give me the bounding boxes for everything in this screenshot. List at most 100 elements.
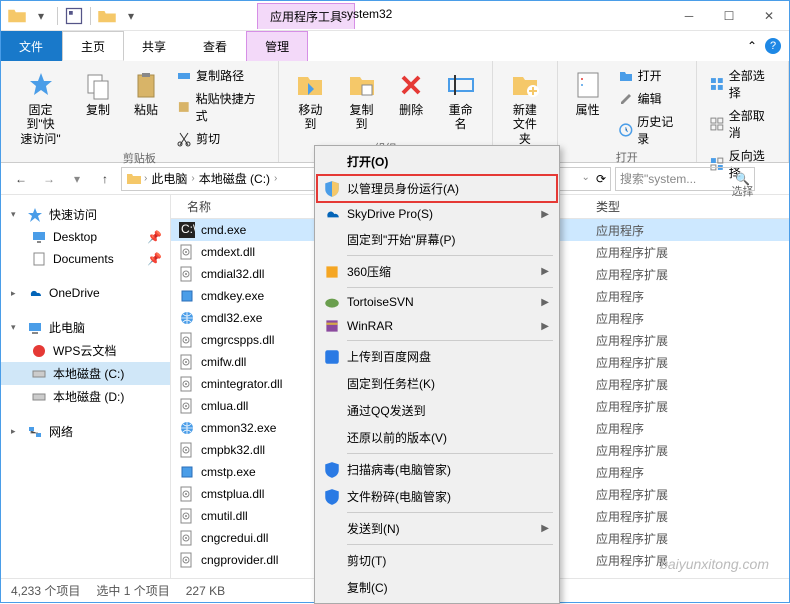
tab-view[interactable]: 查看 bbox=[185, 31, 246, 61]
tab-share[interactable]: 共享 bbox=[124, 31, 185, 61]
refresh-icon[interactable]: ⟳ bbox=[596, 172, 606, 186]
file-icon bbox=[179, 530, 195, 546]
file-type: 应用程序 bbox=[596, 464, 716, 481]
up-button[interactable]: ↑ bbox=[93, 167, 117, 191]
new-folder-icon[interactable] bbox=[97, 6, 117, 26]
tab-home[interactable]: 主页 bbox=[62, 31, 124, 61]
edit-button[interactable]: 编辑 bbox=[614, 88, 688, 109]
menu-skydrive[interactable]: SkyDrive Pro(S)▶ bbox=[317, 202, 557, 226]
pin-quick-access-button[interactable]: 固定到"快 速访问" bbox=[9, 65, 72, 150]
paste-button[interactable]: 粘贴 bbox=[124, 65, 168, 150]
breadcrumb-dropdown[interactable]: ⌄ bbox=[582, 172, 590, 186]
select-all-button[interactable]: 全部选择 bbox=[705, 65, 780, 103]
menu-pin-taskbar[interactable]: 固定到任务栏(K) bbox=[317, 370, 557, 397]
search-input[interactable]: 搜索"system... 🔍 bbox=[615, 167, 755, 191]
move-to-button[interactable]: 移动到 bbox=[287, 65, 334, 136]
menu-copy[interactable]: 复制(C) bbox=[317, 574, 557, 601]
qat-dropdown-icon[interactable]: ▾ bbox=[121, 6, 141, 26]
nav-network[interactable]: ▸网络 bbox=[1, 420, 170, 443]
menu-shred-file[interactable]: 文件粉碎(电脑管家) bbox=[317, 483, 557, 510]
nav-onedrive[interactable]: ▸OneDrive bbox=[1, 282, 170, 304]
file-name: cmd.exe bbox=[201, 223, 246, 237]
winrar-icon bbox=[323, 317, 341, 335]
select-none-button[interactable]: 全部取消 bbox=[705, 105, 780, 143]
menu-open[interactable]: 打开(O) bbox=[317, 148, 557, 175]
tortoise-icon bbox=[323, 293, 341, 311]
file-type: 应用程序 bbox=[596, 420, 716, 437]
selected-size: 227 KB bbox=[186, 584, 225, 598]
file-type: 应用程序扩展 bbox=[596, 552, 716, 569]
file-icon bbox=[179, 398, 195, 414]
nav-drive-c[interactable]: 本地磁盘 (C:) bbox=[1, 362, 170, 385]
file-icon: C:\ bbox=[179, 222, 195, 238]
file-name: cmstplua.dll bbox=[201, 487, 264, 501]
menu-360zip[interactable]: 360压缩▶ bbox=[317, 258, 557, 285]
menu-pin-start[interactable]: 固定到"开始"屏幕(P) bbox=[317, 226, 557, 253]
new-folder-button[interactable]: 新建 文件夹 bbox=[501, 65, 548, 150]
submenu-arrow-icon: ▶ bbox=[541, 209, 549, 220]
open-button[interactable]: 打开 bbox=[614, 65, 688, 86]
file-name: cmintegrator.dll bbox=[201, 377, 282, 391]
file-type: 应用程序扩展 bbox=[596, 354, 716, 371]
file-name: cmutil.dll bbox=[201, 509, 248, 523]
properties-button[interactable]: 属性 bbox=[566, 65, 610, 149]
copy-path-button[interactable]: 复制路径 bbox=[172, 65, 270, 86]
menu-send-to[interactable]: 发送到(N)▶ bbox=[317, 515, 557, 542]
file-icon bbox=[179, 288, 195, 304]
nav-quick-access[interactable]: ▾快速访问 bbox=[1, 203, 170, 226]
folder-icon bbox=[7, 6, 27, 26]
cut-button[interactable]: 剪切 bbox=[172, 128, 270, 149]
nav-drive-d[interactable]: 本地磁盘 (D:) bbox=[1, 385, 170, 408]
copy-button[interactable]: 复制 bbox=[76, 65, 120, 150]
file-icon bbox=[179, 376, 195, 392]
breadcrumb-item[interactable]: 本地磁盘 (C:) bbox=[197, 170, 272, 187]
file-type: 应用程序扩展 bbox=[596, 244, 716, 261]
menu-cut[interactable]: 剪切(T) bbox=[317, 547, 557, 574]
navigation-pane: ▾快速访问 Desktop📌 Documents📌 ▸OneDrive ▾此电脑… bbox=[1, 195, 171, 585]
back-button[interactable]: ← bbox=[9, 167, 33, 191]
file-name: cmdkey.exe bbox=[201, 289, 264, 303]
menu-restore-versions[interactable]: 还原以前的版本(V) bbox=[317, 424, 557, 451]
forward-button[interactable]: → bbox=[37, 167, 61, 191]
tab-file[interactable]: 文件 bbox=[1, 31, 62, 61]
help-icon[interactable]: ? bbox=[765, 38, 781, 54]
tab-manage[interactable]: 管理 bbox=[246, 31, 308, 61]
minimize-button[interactable]: ─ bbox=[669, 2, 709, 30]
file-type: 应用程序 bbox=[596, 222, 716, 239]
nav-desktop[interactable]: Desktop📌 bbox=[1, 226, 170, 248]
delete-button[interactable]: 删除 bbox=[389, 65, 433, 136]
baidu-icon bbox=[323, 348, 341, 366]
rename-button[interactable]: 重命名 bbox=[437, 65, 484, 136]
properties-icon[interactable] bbox=[64, 6, 84, 26]
context-menu: 打开(O) 以管理员身份运行(A) SkyDrive Pro(S)▶ 固定到"开… bbox=[314, 145, 560, 604]
menu-run-as-admin[interactable]: 以管理员身份运行(A) bbox=[317, 175, 557, 202]
file-name: cmgrcspps.dll bbox=[201, 333, 274, 347]
menu-tortoise-svn[interactable]: TortoiseSVN▶ bbox=[317, 290, 557, 314]
menu-winrar[interactable]: WinRAR▶ bbox=[317, 314, 557, 338]
menu-scan-virus[interactable]: 扫描病毒(电脑管家) bbox=[317, 456, 557, 483]
file-name: cmmon32.exe bbox=[201, 421, 276, 435]
nav-wps[interactable]: WPS云文档 bbox=[1, 339, 170, 362]
ribbon-collapse-icon[interactable]: ⌃ bbox=[747, 39, 757, 53]
quick-access-toolbar: ▾ ▾ bbox=[1, 6, 147, 26]
recent-dropdown[interactable]: ▾ bbox=[65, 167, 89, 191]
file-icon bbox=[179, 244, 195, 260]
dropdown-icon[interactable]: ▾ bbox=[31, 6, 51, 26]
history-button[interactable]: 历史记录 bbox=[614, 111, 688, 149]
menu-qq-send[interactable]: 通过QQ发送到 bbox=[317, 397, 557, 424]
open-group-label: 打开 bbox=[616, 149, 638, 167]
copy-to-button[interactable]: 复制到 bbox=[338, 65, 385, 136]
file-type: 应用程序扩展 bbox=[596, 376, 716, 393]
file-icon bbox=[179, 508, 195, 524]
close-button[interactable]: ✕ bbox=[749, 2, 789, 30]
paste-shortcut-button[interactable]: 粘贴快捷方式 bbox=[172, 88, 270, 126]
file-name: cmlua.dll bbox=[201, 399, 248, 413]
column-type[interactable]: 类型 bbox=[596, 198, 716, 215]
file-type: 应用程序扩展 bbox=[596, 530, 716, 547]
search-icon: 🔍 bbox=[735, 172, 750, 186]
nav-this-pc[interactable]: ▾此电脑 bbox=[1, 316, 170, 339]
breadcrumb-item[interactable]: 此电脑 bbox=[149, 170, 189, 187]
maximize-button[interactable]: ☐ bbox=[709, 2, 749, 30]
nav-documents[interactable]: Documents📌 bbox=[1, 248, 170, 270]
menu-baidu-upload[interactable]: 上传到百度网盘 bbox=[317, 343, 557, 370]
